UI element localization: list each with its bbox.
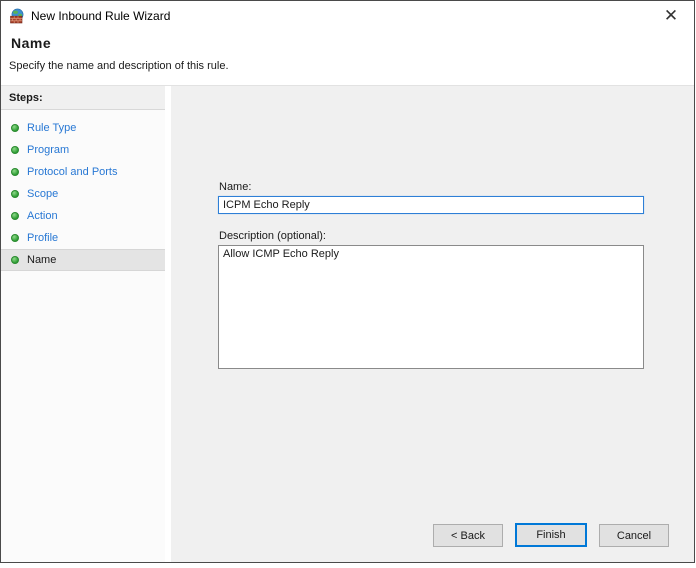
close-icon[interactable]: ✕: [656, 3, 686, 29]
step-bullet-icon: [11, 212, 19, 220]
screen: New Inbound Rule Wizard ✕ Name Specify t…: [0, 0, 696, 568]
step-label: Profile: [27, 232, 58, 244]
finish-button[interactable]: Finish: [515, 523, 587, 547]
sidebar-item-scope[interactable]: Scope: [1, 183, 165, 205]
step-bullet-icon: [11, 190, 19, 198]
step-label: Program: [27, 144, 69, 156]
firewall-icon: [9, 8, 25, 24]
sidebar-item-program[interactable]: Program: [1, 139, 165, 161]
sidebar-item-profile[interactable]: Profile: [1, 227, 165, 249]
step-label: Protocol and Ports: [27, 166, 118, 178]
step-label: Scope: [27, 188, 58, 200]
step-label: Action: [27, 210, 58, 222]
rule-name-input[interactable]: [218, 196, 644, 214]
wizard-window: New Inbound Rule Wizard ✕ Name Specify t…: [0, 0, 695, 563]
steps-list: Rule Type Program Protocol and Ports Sco…: [1, 117, 165, 271]
sidebar-item-action[interactable]: Action: [1, 205, 165, 227]
back-button[interactable]: < Back: [433, 524, 503, 547]
step-label: Rule Type: [27, 122, 76, 134]
description-field-label: Description (optional):: [219, 230, 326, 242]
rule-description-textarea[interactable]: Allow ICMP Echo Reply: [218, 245, 644, 369]
page-title: Name: [11, 35, 51, 51]
page-subtitle: Specify the name and description of this…: [9, 60, 229, 72]
step-bullet-icon: [11, 256, 19, 264]
step-label: Name: [27, 254, 56, 266]
name-field-label: Name:: [219, 181, 251, 193]
steps-sidebar: Steps: Rule Type Program Protocol and Po…: [1, 86, 165, 562]
sidebar-item-name[interactable]: Name: [1, 249, 165, 271]
step-bullet-icon: [11, 146, 19, 154]
steps-heading: Steps:: [1, 86, 165, 110]
step-bullet-icon: [11, 168, 19, 176]
cancel-button[interactable]: Cancel: [599, 524, 669, 547]
window-title: New Inbound Rule Wizard: [31, 1, 170, 31]
step-bullet-icon: [11, 124, 19, 132]
step-bullet-icon: [11, 234, 19, 242]
sidebar-item-protocol-and-ports[interactable]: Protocol and Ports: [1, 161, 165, 183]
title-bar: New Inbound Rule Wizard ✕: [1, 1, 694, 31]
sidebar-item-rule-type[interactable]: Rule Type: [1, 117, 165, 139]
wizard-content-pane: Name: Description (optional): Allow ICMP…: [171, 86, 694, 562]
